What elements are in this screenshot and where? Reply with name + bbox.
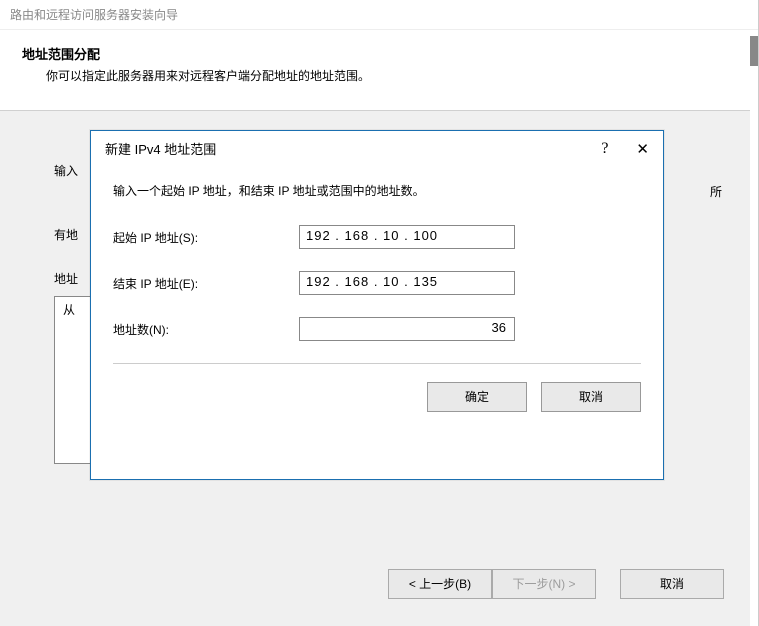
close-icon[interactable]: ✕ bbox=[636, 140, 649, 158]
dialog-instruction: 输入一个起始 IP 地址，和结束 IP 地址或范围中的地址数。 bbox=[113, 176, 641, 225]
body-text-frag: 有地 bbox=[54, 228, 78, 242]
ok-button[interactable]: 确定 bbox=[427, 382, 527, 412]
dialog-titlebar: 新建 IPv4 地址范围 ? ✕ bbox=[91, 131, 663, 164]
start-ip-row: 起始 IP 地址(S): 192 . 168 . 10 . 100 bbox=[113, 225, 641, 249]
wizard-footer: < 上一步(B) 下一步(N) > 取消 bbox=[0, 560, 750, 608]
count-label: 地址数(N): bbox=[113, 321, 299, 338]
count-input[interactable]: 36 bbox=[299, 317, 515, 341]
end-ip-input[interactable]: 192 . 168 . 10 . 135 bbox=[299, 271, 515, 295]
window-title: 路由和远程访问服务器安装向导 bbox=[0, 0, 758, 30]
start-ip-label: 起始 IP 地址(S): bbox=[113, 229, 299, 246]
scrollbar-thumb[interactable] bbox=[750, 36, 758, 66]
dialog-title: 新建 IPv4 地址范围 bbox=[105, 139, 216, 158]
help-icon[interactable]: ? bbox=[601, 140, 608, 158]
cancel-button[interactable]: 取消 bbox=[620, 569, 724, 599]
wizard-window: 路由和远程访问服务器安装向导 地址范围分配 你可以指定此服务器用来对远程客户端分… bbox=[0, 0, 759, 626]
wizard-header: 地址范围分配 你可以指定此服务器用来对远程客户端分配地址的地址范围。 bbox=[0, 30, 758, 102]
back-button[interactable]: < 上一步(B) bbox=[388, 569, 492, 599]
end-ip-label: 结束 IP 地址(E): bbox=[113, 275, 299, 292]
end-ip-row: 结束 IP 地址(E): 192 . 168 . 10 . 135 bbox=[113, 271, 641, 295]
body-text-frag: 地址 bbox=[54, 272, 78, 286]
next-button: 下一步(N) > bbox=[492, 569, 596, 599]
body-text-frag: 输入 bbox=[54, 164, 78, 178]
list-column-header: 从 bbox=[63, 303, 75, 317]
body-text-frag: 所 bbox=[710, 182, 722, 204]
dialog-body: 输入一个起始 IP 地址，和结束 IP 地址或范围中的地址数。 起始 IP 地址… bbox=[91, 164, 663, 341]
dialog-footer: 确定 取消 bbox=[91, 364, 663, 412]
start-ip-input[interactable]: 192 . 168 . 10 . 100 bbox=[299, 225, 515, 249]
dialog-cancel-button[interactable]: 取消 bbox=[541, 382, 641, 412]
count-row: 地址数(N): 36 bbox=[113, 317, 641, 341]
page-subheading: 你可以指定此服务器用来对远程客户端分配地址的地址范围。 bbox=[22, 63, 736, 84]
page-heading: 地址范围分配 bbox=[22, 44, 736, 63]
new-range-dialog: 新建 IPv4 地址范围 ? ✕ 输入一个起始 IP 地址，和结束 IP 地址或… bbox=[90, 130, 664, 480]
